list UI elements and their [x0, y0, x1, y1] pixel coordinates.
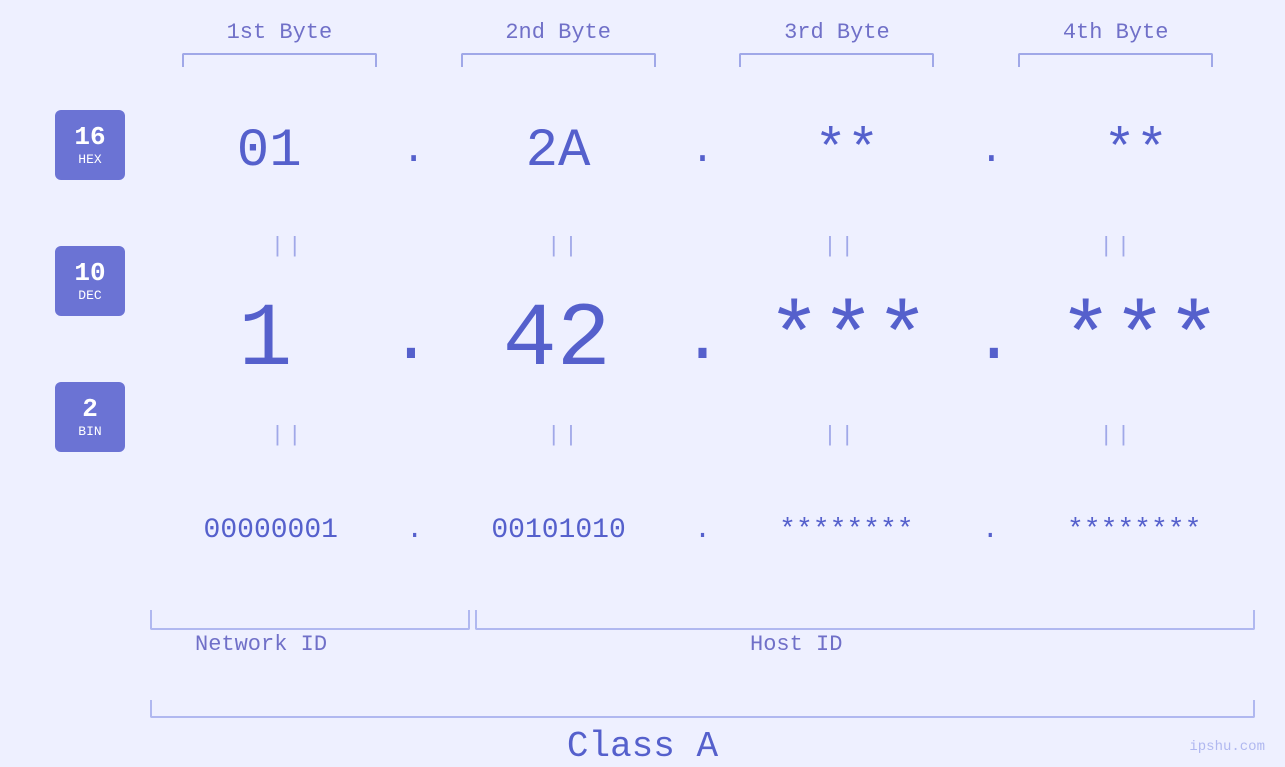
hex-byte3-cell: **	[737, 121, 957, 182]
dec-dot3: .	[973, 306, 1015, 376]
hex-byte2-value: 2A	[526, 121, 591, 182]
hex-number: 16	[74, 123, 105, 152]
hex-dot1: .	[402, 129, 426, 174]
equals-row-1: || || || ||	[150, 226, 1255, 266]
eq1-b1: ||	[178, 234, 398, 259]
hex-byte4-value: **	[1103, 121, 1168, 182]
eq2-b4: ||	[1007, 423, 1227, 448]
bytes-grid: 01 . 2A . ** . ** || || || ||	[150, 77, 1255, 605]
hex-dot3: .	[979, 129, 1003, 174]
bin-byte2-cell: 00101010	[449, 515, 669, 546]
bin-type: BIN	[78, 424, 101, 439]
byte-headers: 1st Byte 2nd Byte 3rd Byte 4th Byte	[0, 20, 1285, 45]
dec-byte3-value: ***	[767, 290, 929, 392]
dec-byte2-value: 42	[503, 290, 611, 392]
bin-number: 2	[82, 395, 98, 424]
dec-byte4-value: ***	[1059, 290, 1221, 392]
bracket-byte2	[461, 53, 656, 67]
bracket-byte4	[1018, 53, 1213, 67]
host-bracket	[475, 610, 1255, 630]
bin-byte4-value: ********	[1067, 515, 1201, 546]
top-brackets	[0, 53, 1285, 67]
class-label: Class A	[567, 726, 718, 767]
bin-byte2-value: 00101010	[491, 515, 625, 546]
eq2-b2: ||	[454, 423, 674, 448]
eq1-b2: ||	[454, 234, 674, 259]
network-id-label: Network ID	[195, 632, 327, 657]
dec-dot2: .	[681, 306, 723, 376]
hex-badge: 16 HEX	[55, 110, 125, 180]
dec-dot1: .	[390, 306, 432, 376]
dec-byte2-cell: 42	[447, 290, 667, 392]
eq2-b1: ||	[178, 423, 398, 448]
watermark: ipshu.com	[1189, 739, 1265, 755]
outer-bracket-row	[0, 700, 1285, 718]
bin-dot2: .	[694, 515, 711, 546]
bin-byte1-value: 00000001	[204, 515, 338, 546]
dec-byte3-cell: ***	[738, 290, 958, 392]
bracket-byte3	[739, 53, 934, 67]
dec-byte1-value: 1	[238, 290, 292, 392]
dec-byte1-cell: 1	[155, 290, 375, 392]
hex-dot2: .	[690, 129, 714, 174]
dec-badge: 10 DEC	[55, 246, 125, 316]
equals-row-2: || || || ||	[150, 416, 1255, 456]
byte3-header: 3rd Byte	[727, 20, 947, 45]
hex-row: 01 . 2A . ** . **	[150, 77, 1255, 226]
labels-column: 16 HEX 10 DEC 2 BIN	[30, 77, 150, 605]
dec-byte4-cell: ***	[1030, 290, 1250, 392]
hex-byte4-cell: **	[1026, 121, 1246, 182]
main-container: 1st Byte 2nd Byte 3rd Byte 4th Byte 16 H…	[0, 0, 1285, 767]
bin-byte3-value: ********	[779, 515, 913, 546]
class-label-row: Class A	[0, 726, 1285, 767]
host-id-label: Host ID	[750, 632, 842, 657]
byte2-header: 2nd Byte	[448, 20, 668, 45]
bin-byte4-cell: ********	[1024, 515, 1244, 546]
hex-byte3-value: **	[815, 121, 880, 182]
dec-number: 10	[74, 259, 105, 288]
hex-byte1-cell: 01	[159, 121, 379, 182]
bin-dot1: .	[406, 515, 423, 546]
content-area: 16 HEX 10 DEC 2 BIN 01 . 2A	[0, 77, 1285, 605]
byte1-header: 1st Byte	[169, 20, 389, 45]
bin-row: 00000001 . 00101010 . ******** . *******…	[150, 456, 1255, 605]
bracket-byte1	[182, 53, 377, 67]
network-bracket	[150, 610, 470, 630]
dec-type: DEC	[78, 288, 101, 303]
hex-type: HEX	[78, 152, 101, 167]
dec-row: 1 . 42 . *** . ***	[150, 266, 1255, 415]
bin-dot3: .	[982, 515, 999, 546]
eq2-b3: ||	[731, 423, 951, 448]
outer-bracket	[150, 700, 1255, 718]
byte4-header: 4th Byte	[1006, 20, 1226, 45]
bottom-bracket-area: Network ID Host ID	[0, 610, 1285, 690]
bin-byte1-cell: 00000001	[161, 515, 381, 546]
bin-badge: 2 BIN	[55, 382, 125, 452]
bin-byte3-cell: ********	[736, 515, 956, 546]
eq1-b4: ||	[1007, 234, 1227, 259]
hex-byte1-value: 01	[237, 121, 302, 182]
hex-byte2-cell: 2A	[448, 121, 668, 182]
eq1-b3: ||	[731, 234, 951, 259]
